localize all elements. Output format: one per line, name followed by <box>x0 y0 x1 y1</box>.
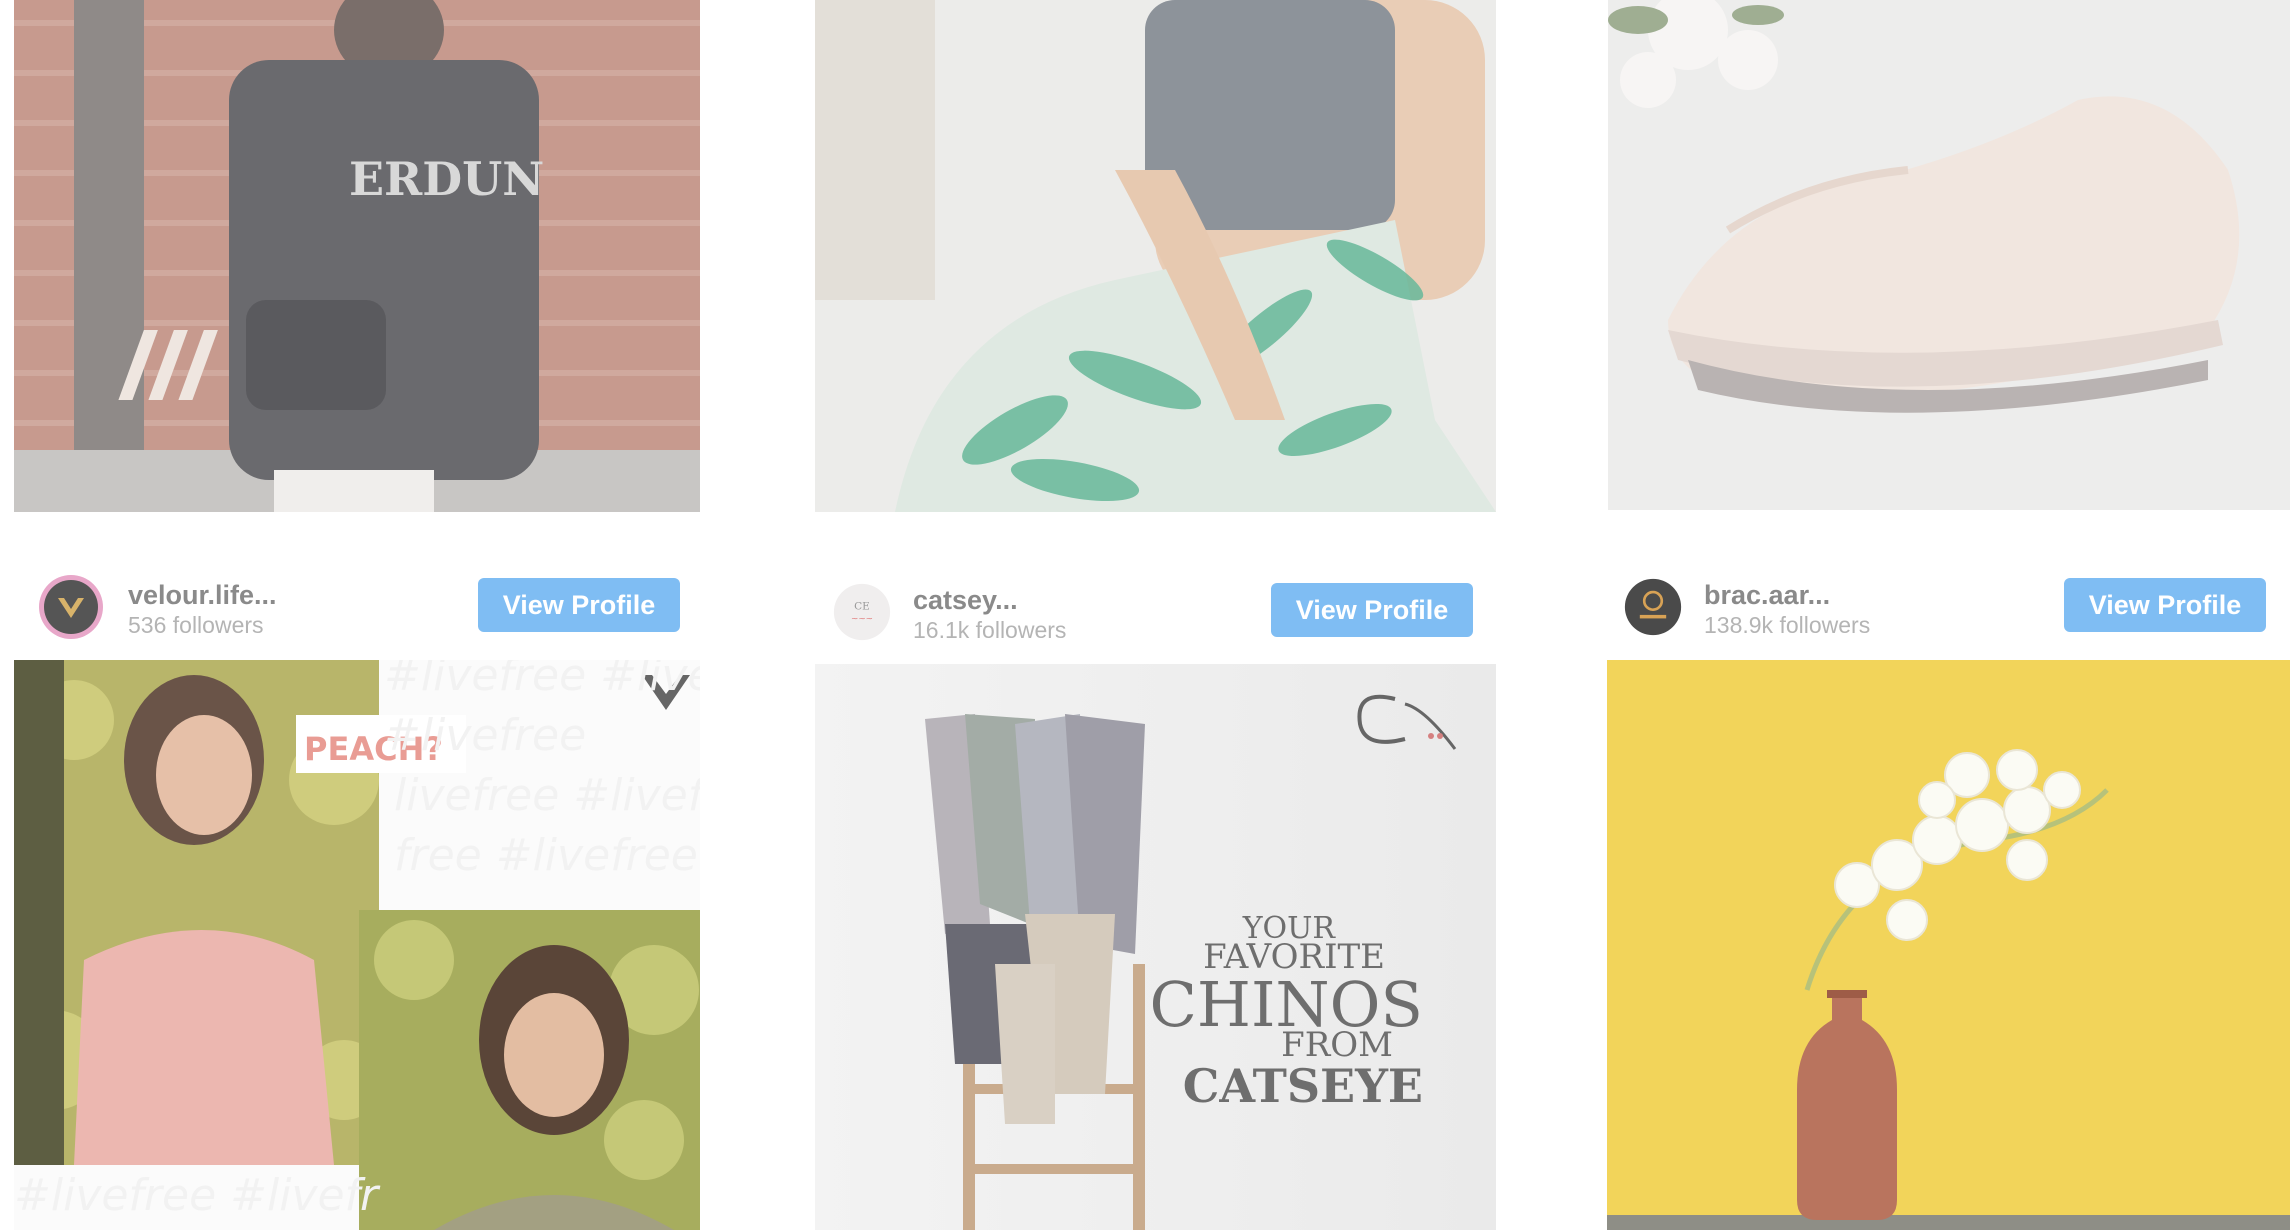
v-logo-icon <box>39 575 103 639</box>
view-profile-button[interactable]: View Profile <box>2064 578 2266 632</box>
view-profile-button[interactable]: View Profile <box>1271 583 1473 637</box>
profile-row-aarong: brac.aar... 138.9k followers View Profil… <box>1624 574 2266 644</box>
svg-text:CATSEYE: CATSEYE <box>1183 1059 1423 1113</box>
post-image-orchid[interactable] <box>1607 660 2290 1230</box>
post-image-sneakers[interactable] <box>1608 0 2290 510</box>
post-image-palm-pants[interactable] <box>815 0 1496 512</box>
catseye-chinos-photo: YOUR FAVORITE CHINOS FROM CATSEYE <box>815 664 1496 1230</box>
orchid-vase-photo <box>1607 660 2290 1230</box>
velour-avatar[interactable] <box>38 574 104 640</box>
catseye-logo-icon: CE ~~~ <box>833 583 891 641</box>
svg-text:#livefree #livef: #livefree #livef <box>384 660 700 701</box>
svg-text:~~~: ~~~ <box>851 615 873 625</box>
post-image-streetwear[interactable]: ERDUN <box>14 0 700 512</box>
aarong-avatar[interactable] <box>1624 578 1682 636</box>
follower-count: 138.9k followers <box>1704 612 1871 638</box>
profile-row-catseye: CE ~~~ catsey... 16.1k followers View Pr… <box>833 579 1475 649</box>
svg-text:free #livefree: free #livefree <box>394 830 698 881</box>
post-image-catseye[interactable]: YOUR FAVORITE CHINOS FROM CATSEYE <box>815 664 1496 1230</box>
svg-text:#livefree: #livefree <box>384 710 586 761</box>
svg-text:CE: CE <box>854 600 870 612</box>
profile-row-velour: velour.life... 536 followers View Profil… <box>38 574 680 644</box>
profile-name[interactable]: catsey... <box>913 585 1018 616</box>
aarong-logo-icon <box>1624 578 1682 636</box>
catseye-avatar[interactable]: CE ~~~ <box>833 583 891 641</box>
svg-text:livefree #livefre: livefree #livefre <box>394 770 700 821</box>
follower-count: 16.1k followers <box>913 617 1067 643</box>
palm-pants-photo <box>815 0 1496 512</box>
sneakers-photo <box>1608 0 2290 510</box>
svg-text:#livefree #livefr: #livefree #livefr <box>14 1170 381 1221</box>
follower-count: 536 followers <box>128 612 264 638</box>
profile-name[interactable]: brac.aar... <box>1704 580 1830 611</box>
profile-name[interactable]: velour.life... <box>128 580 277 611</box>
velour-collage-photo: PEACH? #livefree #livef #livefree livefr… <box>14 660 700 1230</box>
post-image-velour[interactable]: PEACH? #livefree #livef #livefree livefr… <box>14 660 700 1230</box>
svg-text:ERDUN: ERDUN <box>349 152 544 206</box>
streetwear-photo: ERDUN <box>14 0 700 512</box>
view-profile-button[interactable]: View Profile <box>478 578 680 632</box>
